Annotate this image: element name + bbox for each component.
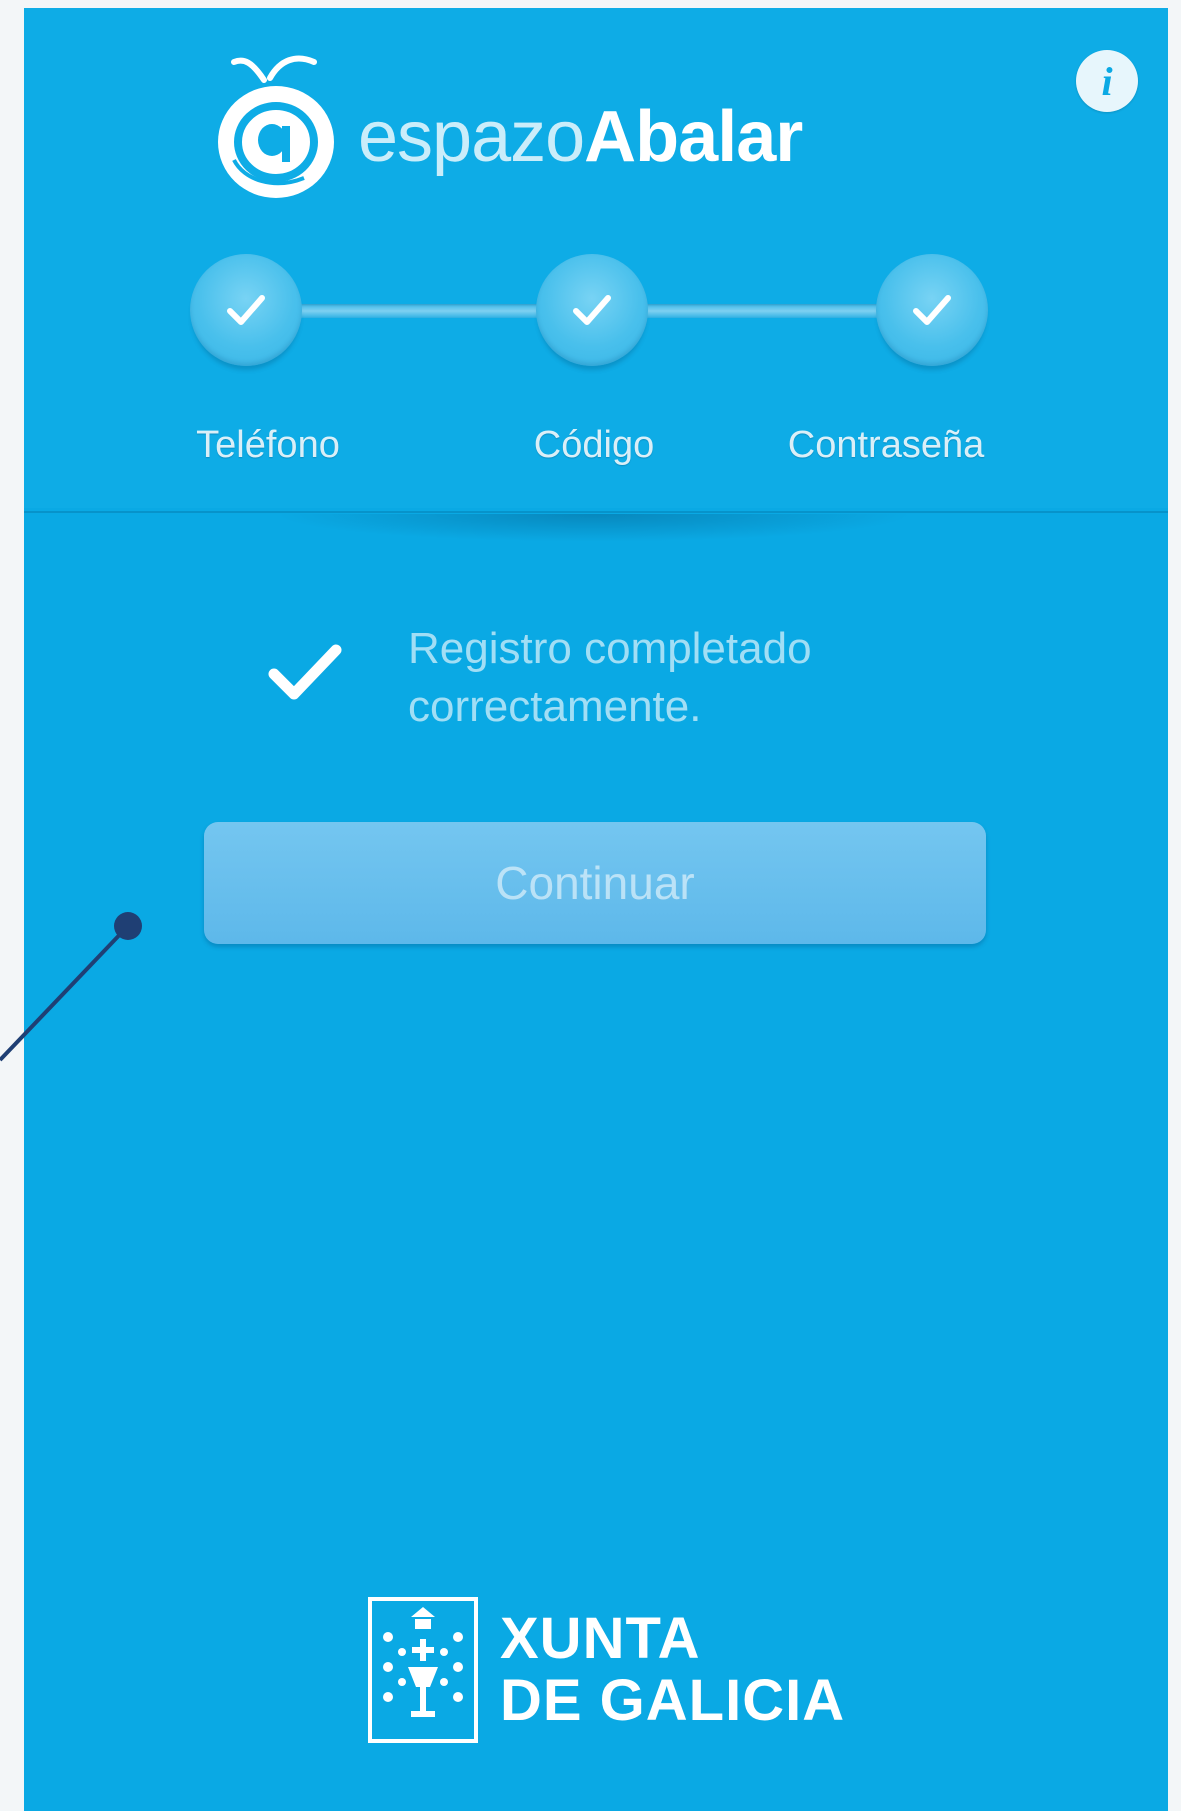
brand-bold: Abalar — [584, 97, 803, 177]
info-icon: i — [1101, 58, 1113, 104]
step-telefono — [190, 254, 302, 366]
step-contrasena — [876, 254, 988, 366]
success-message: Registro completado correctamente. — [244, 620, 964, 740]
success-text: Registro completado correctamente. — [408, 624, 812, 731]
step-label-codigo: Código — [533, 424, 655, 466]
xunta-line2: DE GALICIA — [500, 1668, 846, 1733]
continue-button[interactable]: Continuar — [204, 822, 986, 944]
step-label-telefono: Teléfono — [196, 424, 340, 466]
brand-wordmark: espazoAbalar — [358, 96, 803, 178]
xunta-de-galicia-logo: XUNTA DE GALICIA — [366, 1594, 845, 1746]
brand-light: espazo — [358, 97, 585, 177]
espazo-abalar-logo: espazoAbalar — [214, 50, 803, 200]
galicia-emblem-icon — [368, 1597, 478, 1743]
check-icon — [573, 295, 611, 325]
header-shadow — [274, 514, 914, 542]
header-divider — [24, 511, 1168, 513]
check-icon — [268, 644, 342, 700]
xunta-wordmark: XUNTA DE GALICIA — [500, 1608, 845, 1732]
app-screen: espazoAbalar i Teléfono Código Contraseñ… — [24, 8, 1168, 1811]
step-label-contrasena: Contraseña — [787, 424, 985, 466]
check-icon — [227, 295, 265, 325]
info-button[interactable]: i — [1076, 50, 1138, 112]
step-codigo — [536, 254, 648, 366]
header: espazoAbalar i Teléfono Código Contraseñ… — [24, 8, 1168, 508]
abalar-mascot-icon — [218, 55, 334, 198]
xunta-line1: XUNTA — [500, 1606, 701, 1671]
check-icon — [913, 295, 951, 325]
